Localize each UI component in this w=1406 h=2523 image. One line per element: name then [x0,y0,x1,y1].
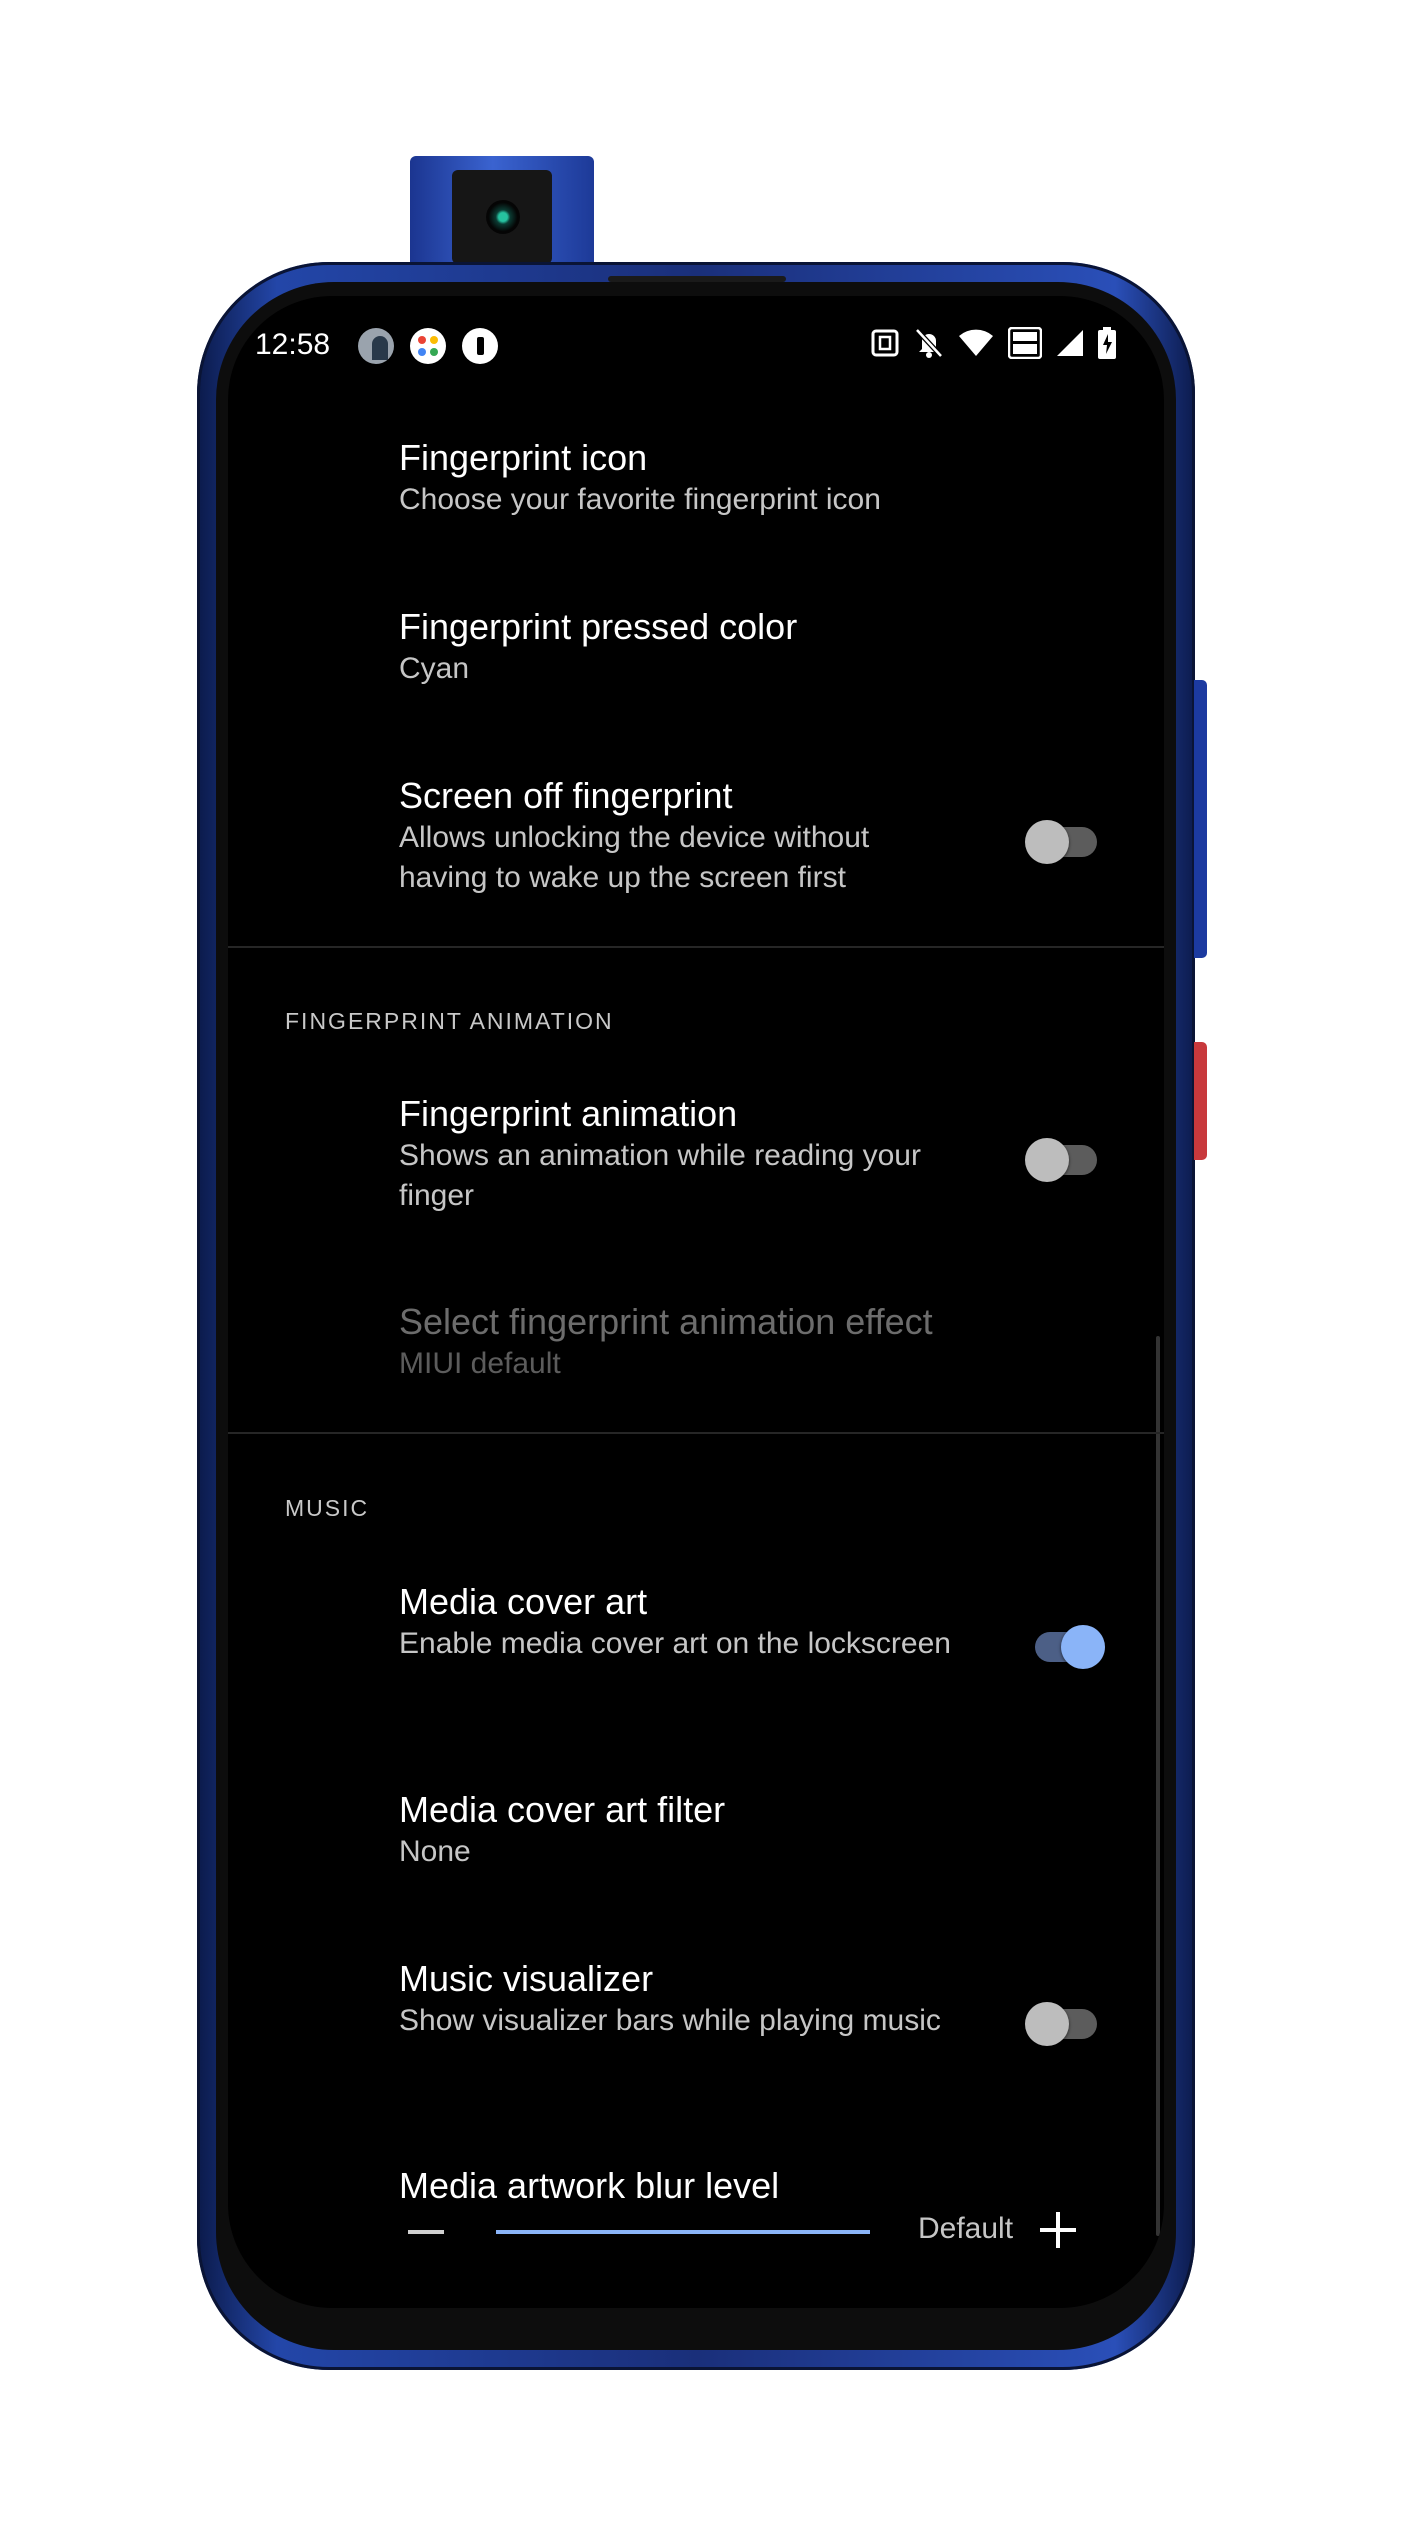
fingerprint-animation-switch[interactable] [1025,1130,1105,1190]
volume-button [1194,680,1207,958]
notifications-off-icon [914,327,944,364]
pref-title: Fingerprint animation [399,1093,738,1134]
google-photos-icon [410,328,446,364]
plus-icon[interactable] [1040,2212,1076,2248]
pref-title: Media cover art filter [399,1789,726,1830]
pref-title: Select fingerprint animation effect [399,1301,933,1342]
pref-fingerprint-icon[interactable]: Fingerprint icon Choose your favorite fi… [399,436,999,520]
section-header-fingerprint-animation: FINGERPRINT ANIMATION [285,1008,614,1034]
avatar-icon [358,328,394,364]
pref-select-fingerprint-animation-effect: Select fingerprint animation effect MIUI… [399,1300,1099,1384]
pref-media-artwork-blur-level: Media artwork blur level [399,2164,999,2208]
screen-off-fingerprint-switch[interactable] [1025,812,1105,872]
pref-screen-off-fingerprint[interactable]: Screen off fingerprint Allows unlocking … [399,774,959,898]
pref-fingerprint-animation[interactable]: Fingerprint animation Shows an animation… [399,1092,959,1216]
pref-title: Fingerprint pressed color [399,606,798,647]
pref-summary: MIUI default [399,1347,561,1380]
minus-icon[interactable] [408,2230,444,2234]
camera-lens-icon [486,200,520,234]
wifi-icon [958,328,994,363]
media-cover-art-switch[interactable] [1025,1617,1105,1677]
system-icons [870,326,1116,364]
pref-summary: Shows an animation while reading your fi… [399,1139,921,1212]
pref-summary: Show visualizer bars while playing music [399,2004,941,2037]
scrollbar[interactable] [1156,1336,1160,2236]
pref-title: Screen off fingerprint [399,775,733,816]
section-header-music: MUSIC [285,1495,370,1521]
status-bar: 12:58 [228,296,1164,396]
blur-level-value: Default [918,2212,1014,2245]
cell-signal-icon [1056,328,1084,363]
blur-level-seekbar[interactable] [496,2230,870,2234]
pref-media-cover-art[interactable]: Media cover art Enable media cover art o… [399,1580,959,1664]
pref-title: Media cover art [399,1581,648,1622]
nfc-icon [870,328,900,363]
earpiece-speaker [608,276,786,282]
section-divider [228,1432,1164,1434]
status-clock: 12:58 [255,328,331,361]
volte-icon [1007,326,1043,364]
pref-summary: Allows unlocking the device without havi… [399,821,870,894]
pref-summary: Enable media cover art on the lockscreen [399,1627,951,1660]
pref-summary: Choose your favorite fingerprint icon [399,483,881,516]
music-visualizer-switch[interactable] [1025,1994,1105,2054]
pref-summary: None [399,1835,471,1868]
phone-screen: 12:58 Fingerprint icon Choose your favor… [228,296,1164,2308]
section-divider [228,946,1164,948]
pref-media-cover-art-filter[interactable]: Media cover art filter None [399,1788,999,1872]
pref-title: Fingerprint icon [399,437,648,478]
pref-fingerprint-pressed-color[interactable]: Fingerprint pressed color Cyan [399,605,999,689]
power-button [1194,1042,1207,1160]
pref-music-visualizer[interactable]: Music visualizer Show visualizer bars wh… [399,1957,959,2041]
battery-charging-icon [1098,326,1116,364]
battery-notification-icon [462,328,498,364]
pref-summary: Cyan [399,652,470,685]
pref-title: Media artwork blur level [399,2165,780,2206]
pref-title: Music visualizer [399,1958,654,1999]
